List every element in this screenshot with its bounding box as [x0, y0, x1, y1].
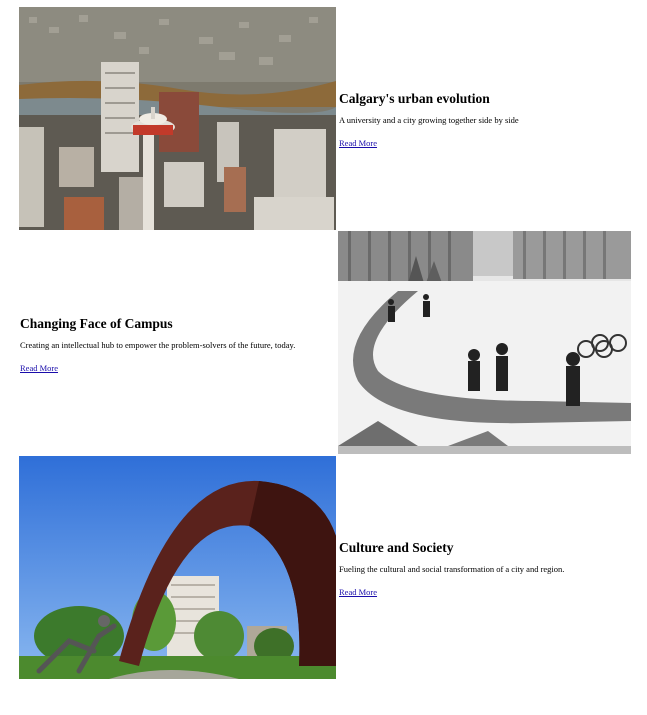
read-more-link[interactable]: Read More — [339, 587, 377, 597]
arch-sculpture-photo — [19, 456, 336, 679]
winter-campus-photo — [338, 231, 631, 454]
feature-card-urban-evolution: Calgary's urban evolution A university a… — [19, 7, 631, 230]
calgary-skyline-photo — [19, 7, 336, 230]
card-text-changing-campus: Changing Face of Campus Creating an inte… — [20, 316, 332, 376]
card-title: Culture and Society — [339, 540, 454, 555]
card-title: Changing Face of Campus — [20, 316, 173, 331]
card-text-urban-evolution: Calgary's urban evolution A university a… — [339, 91, 631, 151]
card-description: A university and a city growing together… — [339, 115, 519, 125]
card-text-culture-society: Culture and Society Fueling the cultural… — [339, 540, 631, 600]
feature-card-changing-campus: Changing Face of Campus Creating an inte… — [19, 231, 631, 454]
card-description: Creating an intellectual hub to empower … — [20, 340, 296, 350]
card-description: Fueling the cultural and social transfor… — [339, 564, 565, 574]
feature-card-culture-society: Culture and Society Fueling the cultural… — [19, 456, 631, 679]
read-more-link[interactable]: Read More — [20, 363, 58, 373]
card-title: Calgary's urban evolution — [339, 91, 490, 106]
read-more-link[interactable]: Read More — [339, 138, 377, 148]
